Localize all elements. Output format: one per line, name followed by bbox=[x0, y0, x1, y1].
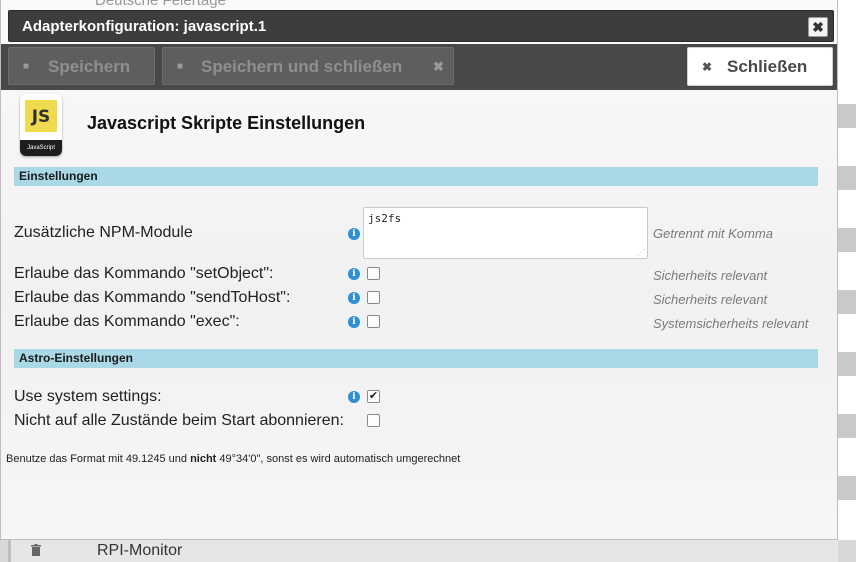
background-stripe bbox=[838, 352, 856, 376]
close-x-icon: ✖ bbox=[433, 59, 444, 74]
no-subscribe-label: Nicht auf alle Zustände beim Start abonn… bbox=[14, 412, 344, 429]
background-stripe bbox=[838, 104, 856, 128]
dialog-titlebar[interactable]: Adapterkonfiguration: javascript.1 ✖ bbox=[8, 10, 834, 42]
use-system-settings-label: Use system settings: bbox=[14, 388, 162, 405]
section-header-settings: Einstellungen bbox=[14, 167, 818, 186]
setobject-checkbox[interactable] bbox=[367, 267, 380, 280]
js-logo-text: JS bbox=[25, 100, 57, 132]
page-title: Javascript Skripte Einstellungen bbox=[87, 113, 366, 133]
note-bold: nicht bbox=[190, 453, 217, 465]
dialog-toolbar: ■ Speichern ■ Speichern und schließen ✖ … bbox=[1, 44, 837, 90]
npm-modules-label: Zusätzliche NPM-Module bbox=[14, 224, 193, 241]
exec-label: Erlaube das Kommando "exec": bbox=[14, 313, 240, 330]
info-icon[interactable]: i bbox=[348, 228, 360, 240]
npm-modules-input[interactable]: js2fs ⋰ bbox=[363, 207, 648, 259]
exec-hint: Systemsicherheits relevant bbox=[653, 316, 809, 331]
section-header-astro: Astro-Einstellungen bbox=[14, 349, 818, 368]
npm-modules-value: js2fs bbox=[368, 212, 402, 225]
js-logo-band: JavaScript bbox=[20, 140, 62, 156]
dialog-title: Adapterkonfiguration: javascript.1 bbox=[22, 18, 267, 35]
npm-modules-hint: Getrennt mit Komma bbox=[653, 226, 773, 241]
info-icon[interactable]: i bbox=[348, 391, 360, 403]
background-stripe bbox=[838, 166, 856, 190]
use-system-settings-checkbox[interactable]: ✔ bbox=[367, 390, 380, 403]
background-top-text: Deutsche Feiertage bbox=[95, 0, 226, 9]
sendtohost-hint: Sicherheits relevant bbox=[653, 292, 768, 307]
note-text-1: Benutze das Format mit 49.1245 und bbox=[6, 453, 191, 465]
setobject-label: Erlaube das Kommando "setObject": bbox=[14, 265, 274, 282]
exec-checkbox[interactable] bbox=[367, 315, 380, 328]
save-button[interactable]: ■ Speichern bbox=[8, 47, 155, 85]
no-subscribe-checkbox[interactable] bbox=[367, 414, 380, 427]
note-text-2: 49°34'0", sonst es wird automatisch umge… bbox=[216, 453, 461, 465]
close-icon[interactable]: ✖ bbox=[808, 17, 828, 37]
javascript-logo: JS JavaScript bbox=[20, 94, 62, 156]
sendtohost-checkbox[interactable] bbox=[367, 291, 380, 304]
background-stripe bbox=[838, 414, 856, 438]
background-stripe bbox=[838, 290, 856, 314]
close-x-icon: ✖ bbox=[702, 60, 713, 74]
close-button-label: Schließen bbox=[727, 57, 808, 76]
save-and-close-label: Speichern und schließen bbox=[201, 57, 403, 76]
sendtohost-label: Erlaube das Kommando "sendToHost": bbox=[14, 289, 291, 306]
save-button-label: Speichern bbox=[48, 57, 131, 76]
info-icon[interactable]: i bbox=[348, 292, 360, 304]
info-icon[interactable]: i bbox=[348, 268, 360, 280]
background-stripe bbox=[838, 228, 856, 252]
save-and-close-button[interactable]: ■ Speichern und schließen ✖ bbox=[162, 47, 454, 85]
adapter-config-dialog: Deutsche Feiertage Adapterkonfiguration:… bbox=[0, 0, 838, 540]
floppy-icon: ■ bbox=[177, 61, 184, 72]
coordinate-format-note: Benutze das Format mit 49.1245 und nicht… bbox=[6, 453, 460, 465]
background-stripe bbox=[838, 476, 856, 500]
info-icon[interactable]: i bbox=[348, 316, 360, 328]
background-row-inner: RPI-Monitor bbox=[8, 540, 838, 562]
setobject-hint: Sicherheits relevant bbox=[653, 268, 768, 283]
background-row-label: RPI-Monitor bbox=[97, 542, 183, 559]
background-row: RPI-Monitor bbox=[0, 540, 856, 562]
close-button[interactable]: ✖ Schließen bbox=[687, 47, 833, 86]
floppy-icon: ■ bbox=[23, 61, 30, 72]
resize-grip-icon[interactable]: ⋰ bbox=[637, 248, 645, 257]
trash-icon[interactable] bbox=[31, 544, 43, 558]
